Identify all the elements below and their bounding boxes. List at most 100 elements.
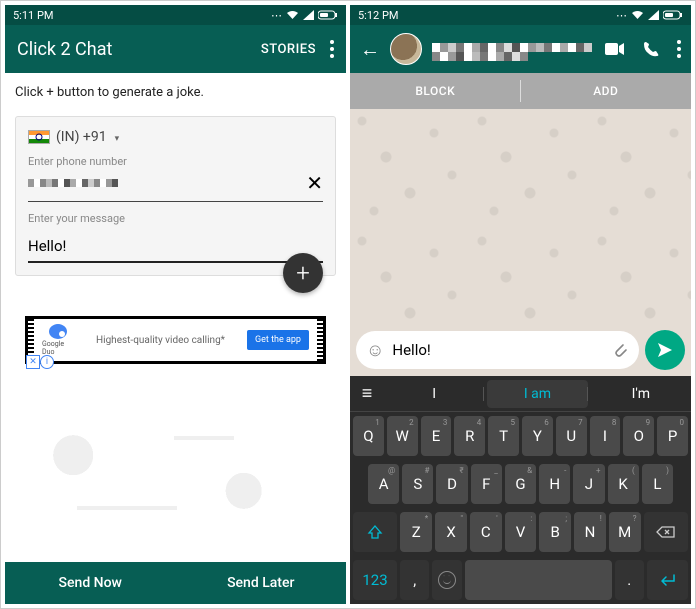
key-a[interactable]: A@ (368, 464, 399, 504)
phone-input[interactable]: ✕ (28, 168, 323, 202)
contact-name-censored (432, 43, 595, 61)
key-x[interactable]: X" (435, 512, 467, 552)
period-key[interactable]: . (615, 560, 644, 600)
battery-icon (318, 10, 338, 20)
overflow-menu-icon[interactable] (330, 40, 334, 58)
phone-left: 5:11 PM ⋯ Click 2 Chat STORIES Click + b… (5, 5, 346, 604)
ad-logo: Google Duo (42, 324, 74, 356)
app-bar: Click 2 Chat STORIES (5, 25, 346, 73)
send-button[interactable] (645, 330, 685, 370)
key-n[interactable]: N! (574, 512, 606, 552)
keyboard: ≡ I I am I'm Q1W2E3R4T5Y6U7I8O9P0 A@S#D₹… (350, 376, 691, 604)
key-g[interactable]: G& (505, 464, 536, 504)
key-f[interactable]: F_ (471, 464, 502, 504)
voice-call-icon[interactable] (643, 41, 659, 57)
suggestion-0[interactable]: I (384, 380, 484, 408)
suggestion-row: ≡ I I am I'm (350, 376, 691, 412)
chevron-down-icon (113, 129, 120, 145)
suggestion-2[interactable]: I'm (591, 380, 691, 408)
key-b[interactable]: B; (539, 512, 571, 552)
comma-key[interactable]: , (400, 560, 429, 600)
contact-avatar[interactable] (390, 33, 422, 65)
emoji-key[interactable] (432, 560, 461, 600)
add-joke-fab[interactable]: + (283, 253, 323, 293)
signal-icon (648, 10, 659, 20)
key-j[interactable]: J+ (573, 464, 604, 504)
suggestion-1[interactable]: I am (487, 380, 587, 408)
phone-value-censored (28, 179, 118, 187)
battery-icon (663, 10, 683, 20)
keyboard-menu-icon[interactable]: ≡ (350, 383, 384, 404)
emoji-icon[interactable]: ☺ (366, 340, 384, 361)
placeholder-illustration (5, 384, 346, 562)
flag-icon (28, 130, 50, 144)
block-button[interactable]: BLOCK (350, 73, 521, 109)
more-icon: ⋯ (616, 9, 627, 22)
key-y[interactable]: Y6 (522, 416, 553, 456)
space-key[interactable] (465, 560, 612, 600)
key-t[interactable]: T5 (488, 416, 519, 456)
ad-cta-button[interactable]: Get the app (247, 330, 309, 350)
country-code: (IN) +91 (56, 129, 107, 145)
message-label: Enter your message (28, 212, 323, 225)
key-d[interactable]: D₹ (436, 464, 467, 504)
ad-text: Highest-quality video calling* (74, 335, 247, 346)
chat-actions (605, 40, 681, 58)
key-i[interactable]: I8 (590, 416, 621, 456)
key-q[interactable]: Q1 (353, 416, 384, 456)
app-title: Click 2 Chat (17, 39, 261, 60)
backspace-key[interactable] (644, 512, 688, 552)
status-time: 5:11 PM (13, 9, 53, 22)
key-r[interactable]: R4 (454, 416, 485, 456)
status-icons: ⋯ (271, 9, 338, 22)
more-icon: ⋯ (271, 9, 282, 22)
contact-name[interactable] (432, 37, 595, 61)
compose-card: (IN) +91 Enter phone number ✕ Enter your… (15, 116, 336, 276)
wifi-icon (631, 10, 644, 20)
overflow-menu-icon[interactable] (677, 40, 681, 58)
hint-text: Click + button to generate a joke. (5, 73, 346, 104)
ad-info-icon[interactable]: i (40, 355, 54, 369)
stories-button[interactable]: STORIES (261, 42, 316, 57)
phone-label: Enter phone number (28, 155, 323, 168)
main-content: Click + button to generate a joke. (IN) … (5, 73, 346, 562)
wifi-icon (286, 10, 299, 20)
chat-header: ← (350, 25, 691, 73)
key-u[interactable]: U7 (556, 416, 587, 456)
back-icon[interactable]: ← (360, 37, 380, 62)
add-button[interactable]: ADD (521, 73, 692, 109)
signal-icon (303, 10, 314, 20)
key-o[interactable]: O9 (623, 416, 654, 456)
phone-right: 5:12 PM ⋯ ← (350, 5, 691, 604)
key-m[interactable]: M? (609, 512, 641, 552)
ad-close-icon[interactable]: ✕ (26, 355, 40, 369)
message-input[interactable]: Hello! (28, 229, 323, 263)
chat-background[interactable] (350, 109, 691, 324)
message-text[interactable]: Hello! (392, 341, 603, 359)
message-box[interactable]: ☺ Hello! (356, 331, 639, 369)
key-e[interactable]: E3 (421, 416, 452, 456)
key-c[interactable]: C' (470, 512, 502, 552)
send-later-button[interactable]: Send Later (176, 562, 347, 604)
key-w[interactable]: W2 (387, 416, 418, 456)
key-z[interactable]: Z* (400, 512, 432, 552)
key-k[interactable]: K( (608, 464, 639, 504)
key-l[interactable]: L) (642, 464, 673, 504)
key-row-1: Q1W2E3R4T5Y6U7I8O9P0 (350, 412, 691, 460)
attach-icon[interactable] (611, 341, 629, 359)
status-time: 5:12 PM (358, 9, 398, 22)
shift-key[interactable] (353, 512, 397, 552)
key-h[interactable]: H- (539, 464, 570, 504)
key-v[interactable]: V: (505, 512, 537, 552)
country-selector[interactable]: (IN) +91 (28, 129, 323, 145)
key-p[interactable]: P0 (657, 416, 688, 456)
video-call-icon[interactable] (605, 42, 625, 56)
status-bar: 5:12 PM ⋯ (350, 5, 691, 25)
send-now-button[interactable]: Send Now (5, 562, 176, 604)
contact-actions: BLOCK ADD (350, 73, 691, 109)
numeric-key[interactable]: 123 (353, 560, 397, 600)
key-s[interactable]: S# (402, 464, 433, 504)
clear-icon[interactable]: ✕ (306, 171, 323, 195)
enter-key[interactable] (647, 560, 688, 600)
ad-banner[interactable]: Google Duo Highest-quality video calling… (25, 316, 326, 364)
